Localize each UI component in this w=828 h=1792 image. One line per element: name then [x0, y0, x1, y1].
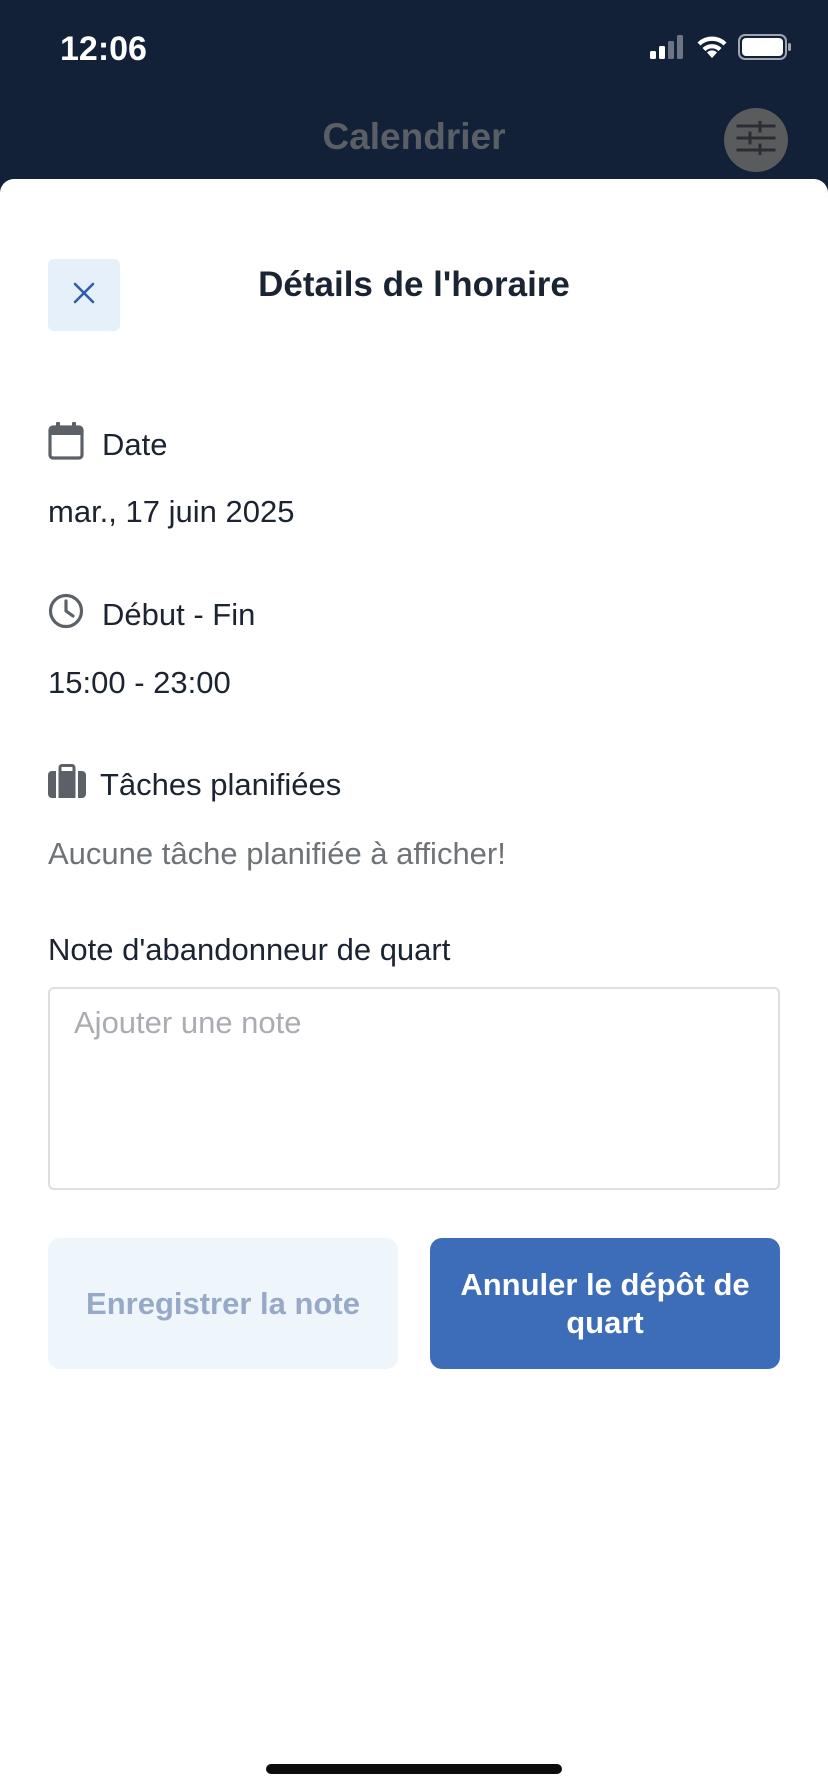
tasks-label-row: Tâches planifiées	[48, 764, 341, 806]
date-value: mar., 17 juin 2025	[48, 494, 295, 529]
time-value: 15:00 - 23:00	[48, 665, 231, 700]
battery-icon	[738, 34, 792, 65]
note-label: Note d'abandonneur de quart	[48, 932, 451, 967]
cancel-shift-drop-button[interactable]: Annuler le dépôt de quart	[430, 1238, 780, 1369]
calendar-icon	[48, 422, 84, 468]
date-label-row: Date	[48, 422, 167, 468]
screen: 12:06 Calendrier Détails de l'horaire Da…	[0, 0, 828, 1792]
cellular-signal-icon	[650, 35, 686, 64]
home-indicator	[266, 1764, 562, 1774]
note-input[interactable]	[48, 987, 780, 1190]
status-icons	[650, 34, 792, 65]
app-header: 12:06 Calendrier	[0, 0, 828, 200]
filter-button[interactable]	[724, 108, 788, 172]
clock-icon	[48, 593, 84, 637]
wifi-icon	[696, 34, 728, 65]
time-label-row: Début - Fin	[48, 593, 255, 637]
tasks-label: Tâches planifiées	[100, 767, 342, 802]
status-time: 12:06	[60, 30, 147, 68]
tasks-empty-text: Aucune tâche planifiée à afficher!	[48, 836, 506, 871]
briefcase-icon	[48, 764, 86, 806]
save-note-button[interactable]: Enregistrer la note	[48, 1238, 398, 1369]
time-label: Début - Fin	[102, 597, 256, 632]
schedule-details-sheet: Détails de l'horaire Date mar., 17 juin …	[0, 179, 828, 1792]
nav-title: Calendrier	[322, 116, 506, 157]
sliders-icon	[736, 119, 776, 160]
date-label: Date	[102, 427, 168, 462]
sheet-title: Détails de l'horaire	[258, 265, 570, 304]
